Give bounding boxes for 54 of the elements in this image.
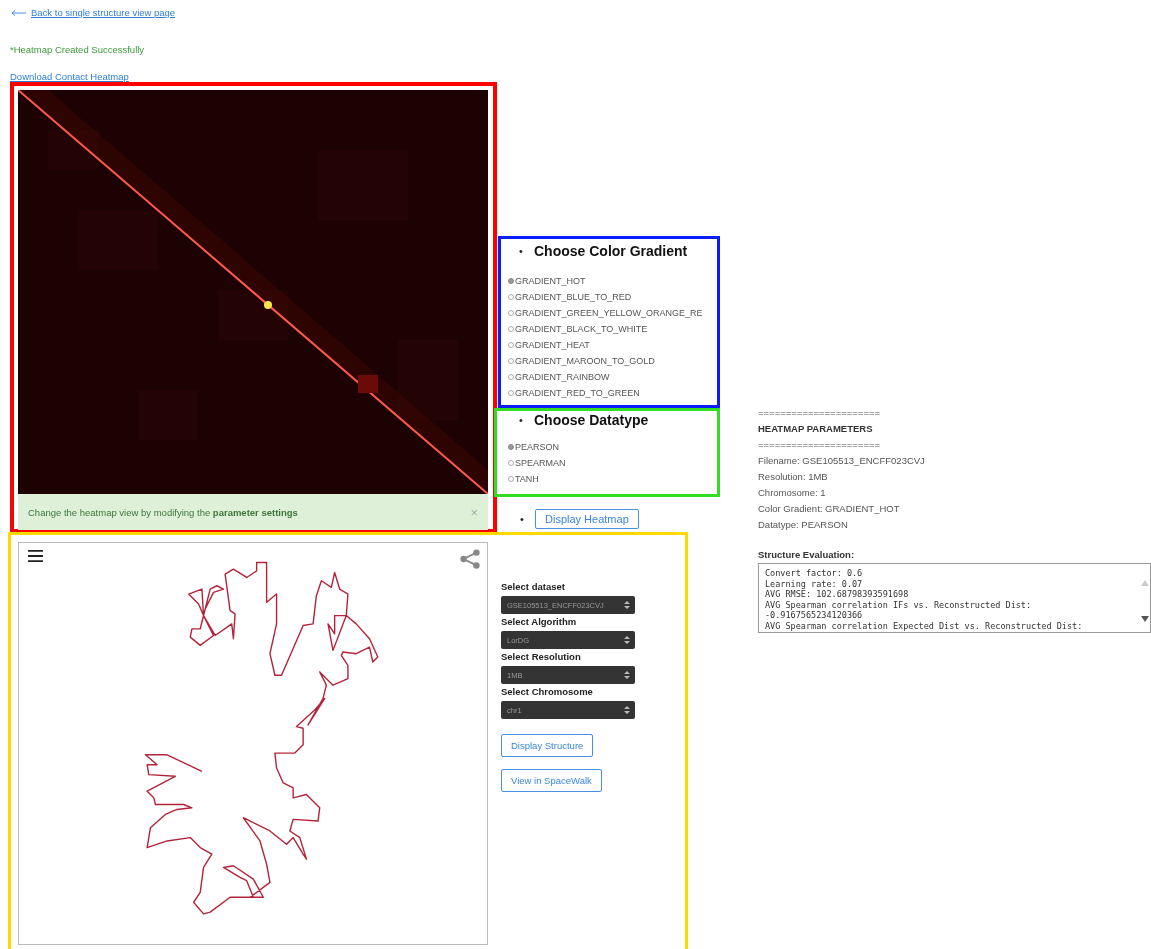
structure-button[interactable]: Display Structure xyxy=(501,734,594,757)
radio-label[interactable]: GRADIENT_HEAT xyxy=(515,340,590,350)
back-arrow-icon[interactable] xyxy=(11,8,27,17)
radio-label[interactable]: GRADIENT_BLUE_TO_RED xyxy=(515,292,632,302)
share-icon[interactable] xyxy=(459,548,481,570)
display-heatmap-button[interactable]: Display Heatmap xyxy=(535,509,639,529)
section-heading: Choose Datatype xyxy=(534,412,649,428)
radio-label[interactable]: GRADIENT_MAROON_TO_GOLD xyxy=(515,356,655,366)
radio-button[interactable] xyxy=(508,444,514,450)
parameter-line: Resolution: 1MB xyxy=(758,470,829,484)
parameter-line: Datatype: PEARSON xyxy=(758,518,849,532)
alert-message: Change the heatmap view by modifying the parameter settings xyxy=(28,506,298,518)
scroll-up-icon[interactable] xyxy=(1141,580,1149,586)
updown-caret-icon xyxy=(624,705,630,715)
structure-button[interactable]: View in SpaceWalk xyxy=(501,769,602,792)
updown-caret-icon xyxy=(624,635,630,645)
radio-label[interactable]: GRADIENT_RAINBOW xyxy=(515,372,610,382)
select-label: Select dataset xyxy=(501,580,566,593)
evaluation-line: AVG RMSE: 102.68798393591698 xyxy=(765,589,910,600)
radio-label[interactable]: GRADIENT_BLACK_TO_WHITE xyxy=(515,324,648,334)
section-heading: Choose Color Gradient xyxy=(534,243,688,259)
evaluation-heading: Structure Evaluation: xyxy=(758,549,856,562)
evaluation-line: AVG Spearman correlation IFs vs. Reconstructed Dist: xyxy=(765,599,1033,610)
select-label: Select Chromosome xyxy=(501,685,594,698)
evaluation-line: -0.9167565234120366 xyxy=(765,610,864,621)
evaluation-line: Convert factor: 0.6 xyxy=(765,568,864,579)
radio-label[interactable]: GRADIENT_GREEN_YELLOW_ORANGE_RE xyxy=(515,308,703,318)
scroll-down-icon[interactable] xyxy=(1141,616,1149,622)
radio-label[interactable]: SPEARMAN xyxy=(515,458,566,468)
bullet: • xyxy=(518,414,524,426)
updown-caret-icon xyxy=(624,600,630,610)
radio-button[interactable] xyxy=(508,278,514,284)
status-message: *Heatmap Created Successfully xyxy=(10,44,145,55)
back-link[interactable]: Back to single structure view page xyxy=(31,7,176,18)
parameter-line: Color Gradient: GRADIENT_HOT xyxy=(758,502,901,516)
updown-caret-icon xyxy=(624,670,630,680)
select-label: Select Algorithm xyxy=(501,615,578,628)
bullet: • xyxy=(519,513,525,525)
radio-label[interactable]: TANH xyxy=(515,474,539,484)
radio-label[interactable]: GRADIENT_RED_TO_GREEN xyxy=(515,388,640,398)
parameter-line: Chromosome: 1 xyxy=(758,486,827,500)
menu-icon[interactable] xyxy=(28,549,43,563)
parameters-title: HEATMAP PARAMETERS xyxy=(758,422,874,436)
separator-text: ====================== xyxy=(758,438,882,452)
radio-label[interactable]: GRADIENT_HOT xyxy=(515,276,586,286)
radio-label[interactable]: PEARSON xyxy=(515,442,559,452)
evaluation-line: AVG Spearman correlation Expected Dist vs. Reconstructed Dist: xyxy=(765,620,1084,631)
evaluation-line: Learning rate: 0.07 xyxy=(765,578,864,589)
bullet: • xyxy=(518,245,524,257)
separator-text: ====================== xyxy=(758,406,882,420)
evaluation-textarea[interactable] xyxy=(758,563,1151,633)
download-link[interactable]: Download Contact Heatmap xyxy=(10,71,129,82)
select-label: Select Resolution xyxy=(501,650,582,663)
parameter-line: Filename: GSE105513_ENCFF023CVJ xyxy=(758,454,926,468)
